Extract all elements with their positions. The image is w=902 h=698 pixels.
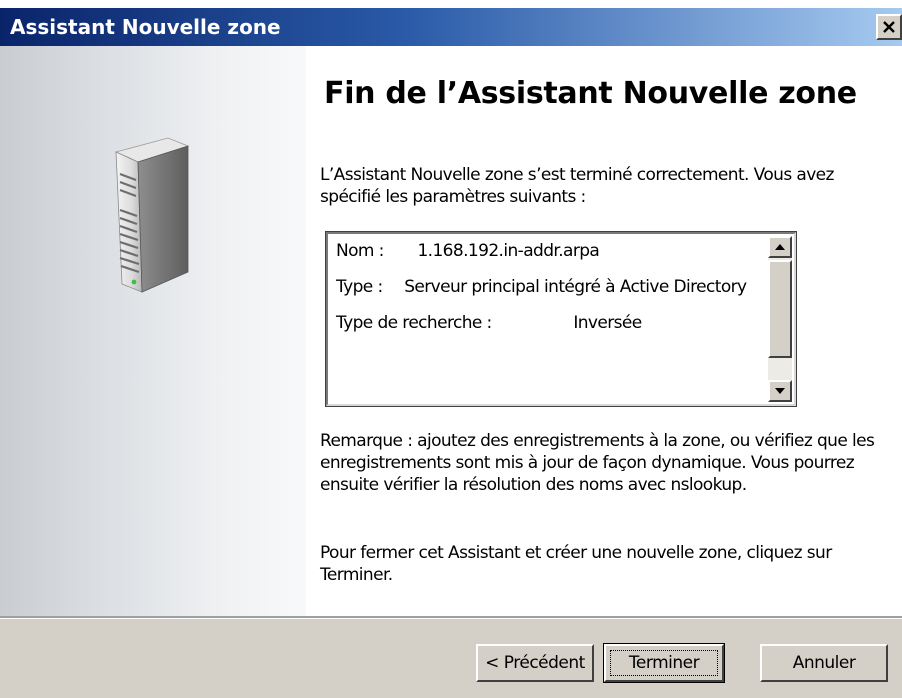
arrow-down-icon xyxy=(775,388,785,394)
window-title: Assistant Nouvelle zone xyxy=(10,15,281,39)
settings-summary-box[interactable]: Nom : 1.168.192.in-addr.arpa Type : Serv… xyxy=(325,231,797,407)
wizard-content: Fin de l’Assistant Nouvelle zone L’Assis… xyxy=(306,46,902,616)
focus-rectangle xyxy=(610,650,718,676)
server-icon xyxy=(114,137,190,293)
closing-text: Pour fermer cet Assistant et créer une n… xyxy=(320,543,832,585)
cancel-button[interactable]: Annuler xyxy=(760,644,888,682)
summary-name-row: Nom : 1.168.192.in-addr.arpa xyxy=(336,240,764,262)
scroll-thumb[interactable] xyxy=(768,260,792,358)
close-icon xyxy=(883,21,895,33)
note-text: Remarque : ajoutez des enregistrements à… xyxy=(320,431,875,495)
search-type-label: Type de recherche : xyxy=(336,313,492,333)
name-label: Nom : xyxy=(336,241,384,261)
page-title: Fin de l’Assistant Nouvelle zone xyxy=(324,76,857,111)
summary-type-row: Type : Serveur principal intégré à Activ… xyxy=(336,276,764,298)
intro-text: L’Assistant Nouvelle zone s’est terminé … xyxy=(320,165,834,207)
type-value: Serveur principal intégré à Active Direc… xyxy=(404,277,747,297)
scroll-up-button[interactable] xyxy=(768,236,792,258)
previous-button-label: < Précédent xyxy=(485,653,585,673)
scroll-down-button[interactable] xyxy=(768,380,792,402)
type-label: Type : xyxy=(336,277,383,297)
settings-summary-text: Nom : 1.168.192.in-addr.arpa Type : Serv… xyxy=(336,240,764,334)
previous-button[interactable]: < Précédent xyxy=(476,644,594,682)
button-bar: < Précédent Terminer Annuler xyxy=(0,616,902,698)
title-bar: Assistant Nouvelle zone xyxy=(0,0,902,46)
summary-scrollbar[interactable] xyxy=(768,236,792,402)
search-type-value: Inversée xyxy=(573,313,642,333)
wizard-side-panel xyxy=(0,46,306,616)
arrow-up-icon xyxy=(775,244,785,250)
cancel-button-label: Annuler xyxy=(792,653,856,673)
close-button[interactable] xyxy=(876,14,902,40)
finish-button[interactable]: Terminer xyxy=(603,643,725,683)
summary-search-type-row: Type de recherche : Inversée xyxy=(336,312,764,334)
name-value: 1.168.192.in-addr.arpa xyxy=(417,241,600,261)
